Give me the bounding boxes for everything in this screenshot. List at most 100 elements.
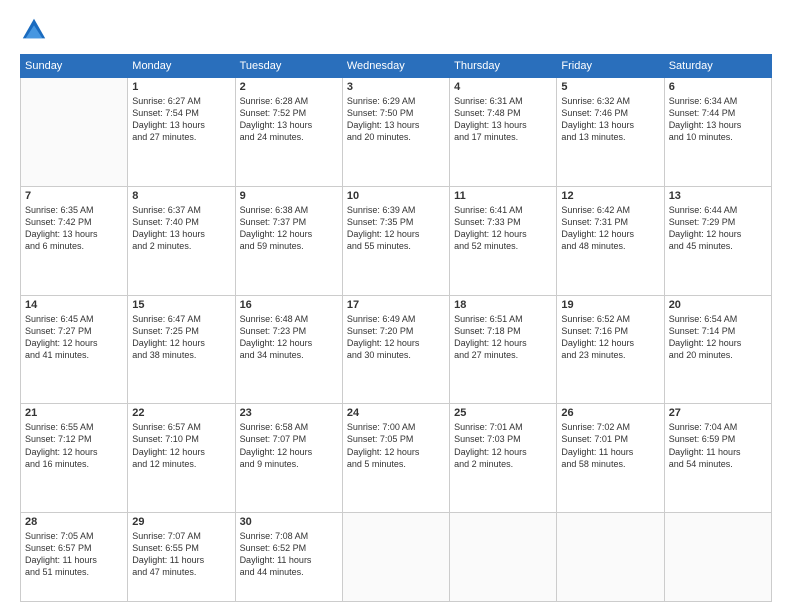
calendar-cell: 23 Sunrise: 6:58 AM Sunset: 7:07 PM Dayli…	[235, 404, 342, 513]
logo	[20, 16, 52, 44]
calendar-cell: 22 Sunrise: 6:57 AM Sunset: 7:10 PM Dayli…	[128, 404, 235, 513]
day-info: Sunrise: 6:45 AM Sunset: 7:27 PM Dayligh…	[25, 313, 123, 362]
calendar-cell	[342, 513, 449, 602]
calendar-cell: 15 Sunrise: 6:47 AM Sunset: 7:25 PM Dayli…	[128, 295, 235, 404]
day-number: 6	[669, 81, 767, 93]
day-info: Sunrise: 6:34 AM Sunset: 7:44 PM Dayligh…	[669, 95, 767, 144]
day-number: 29	[132, 516, 230, 528]
calendar-cell: 12 Sunrise: 6:42 AM Sunset: 7:31 PM Dayli…	[557, 186, 664, 295]
day-number: 13	[669, 190, 767, 202]
day-info: Sunrise: 6:44 AM Sunset: 7:29 PM Dayligh…	[669, 204, 767, 253]
day-info: Sunrise: 7:07 AM Sunset: 6:55 PM Dayligh…	[132, 530, 230, 579]
day-number: 23	[240, 407, 338, 419]
calendar-cell	[450, 513, 557, 602]
day-number: 24	[347, 407, 445, 419]
day-number: 10	[347, 190, 445, 202]
day-info: Sunrise: 6:37 AM Sunset: 7:40 PM Dayligh…	[132, 204, 230, 253]
weekday-header-monday: Monday	[128, 55, 235, 78]
calendar-cell: 25 Sunrise: 7:01 AM Sunset: 7:03 PM Dayli…	[450, 404, 557, 513]
day-number: 8	[132, 190, 230, 202]
logo-icon	[20, 16, 48, 44]
day-info: Sunrise: 6:29 AM Sunset: 7:50 PM Dayligh…	[347, 95, 445, 144]
calendar-cell	[664, 513, 771, 602]
calendar-cell: 4 Sunrise: 6:31 AM Sunset: 7:48 PM Daylig…	[450, 78, 557, 187]
day-number: 7	[25, 190, 123, 202]
day-number: 14	[25, 299, 123, 311]
day-number: 1	[132, 81, 230, 93]
day-info: Sunrise: 6:39 AM Sunset: 7:35 PM Dayligh…	[347, 204, 445, 253]
calendar-cell: 6 Sunrise: 6:34 AM Sunset: 7:44 PM Daylig…	[664, 78, 771, 187]
calendar-cell: 14 Sunrise: 6:45 AM Sunset: 7:27 PM Dayli…	[21, 295, 128, 404]
weekday-header-saturday: Saturday	[664, 55, 771, 78]
day-number: 19	[561, 299, 659, 311]
day-info: Sunrise: 7:05 AM Sunset: 6:57 PM Dayligh…	[25, 530, 123, 579]
calendar-cell	[21, 78, 128, 187]
day-number: 28	[25, 516, 123, 528]
day-info: Sunrise: 7:01 AM Sunset: 7:03 PM Dayligh…	[454, 421, 552, 470]
calendar-cell: 29 Sunrise: 7:07 AM Sunset: 6:55 PM Dayli…	[128, 513, 235, 602]
calendar-cell: 27 Sunrise: 7:04 AM Sunset: 6:59 PM Dayli…	[664, 404, 771, 513]
calendar-cell: 28 Sunrise: 7:05 AM Sunset: 6:57 PM Dayli…	[21, 513, 128, 602]
day-number: 9	[240, 190, 338, 202]
day-number: 26	[561, 407, 659, 419]
calendar-cell: 19 Sunrise: 6:52 AM Sunset: 7:16 PM Dayli…	[557, 295, 664, 404]
day-number: 18	[454, 299, 552, 311]
day-info: Sunrise: 6:28 AM Sunset: 7:52 PM Dayligh…	[240, 95, 338, 144]
day-info: Sunrise: 6:32 AM Sunset: 7:46 PM Dayligh…	[561, 95, 659, 144]
day-info: Sunrise: 7:08 AM Sunset: 6:52 PM Dayligh…	[240, 530, 338, 579]
day-number: 17	[347, 299, 445, 311]
calendar-cell: 1 Sunrise: 6:27 AM Sunset: 7:54 PM Daylig…	[128, 78, 235, 187]
calendar-cell: 17 Sunrise: 6:49 AM Sunset: 7:20 PM Dayli…	[342, 295, 449, 404]
weekday-header-sunday: Sunday	[21, 55, 128, 78]
day-number: 2	[240, 81, 338, 93]
day-number: 22	[132, 407, 230, 419]
calendar-cell: 16 Sunrise: 6:48 AM Sunset: 7:23 PM Dayli…	[235, 295, 342, 404]
day-number: 4	[454, 81, 552, 93]
weekday-header-tuesday: Tuesday	[235, 55, 342, 78]
day-number: 27	[669, 407, 767, 419]
calendar-cell: 21Sunrise: 6:55 AM Sunset: 7:12 PM Dayli…	[21, 404, 128, 513]
day-info: Sunrise: 6:42 AM Sunset: 7:31 PM Dayligh…	[561, 204, 659, 253]
day-info: Sunrise: 6:41 AM Sunset: 7:33 PM Dayligh…	[454, 204, 552, 253]
calendar-cell	[557, 513, 664, 602]
day-number: 25	[454, 407, 552, 419]
day-number: 15	[132, 299, 230, 311]
day-info: Sunrise: 6:57 AM Sunset: 7:10 PM Dayligh…	[132, 421, 230, 470]
calendar-cell: 26 Sunrise: 7:02 AM Sunset: 7:01 PM Dayli…	[557, 404, 664, 513]
day-info: Sunrise: 6:27 AM Sunset: 7:54 PM Dayligh…	[132, 95, 230, 144]
weekday-header-friday: Friday	[557, 55, 664, 78]
day-number: 16	[240, 299, 338, 311]
calendar-cell: 3 Sunrise: 6:29 AM Sunset: 7:50 PM Daylig…	[342, 78, 449, 187]
calendar-cell: 5Sunrise: 6:32 AM Sunset: 7:46 PM Daylig…	[557, 78, 664, 187]
day-info: Sunrise: 6:35 AM Sunset: 7:42 PM Dayligh…	[25, 204, 123, 253]
weekday-header-thursday: Thursday	[450, 55, 557, 78]
day-number: 12	[561, 190, 659, 202]
day-number: 11	[454, 190, 552, 202]
day-number: 3	[347, 81, 445, 93]
day-info: Sunrise: 6:52 AM Sunset: 7:16 PM Dayligh…	[561, 313, 659, 362]
day-info: Sunrise: 6:47 AM Sunset: 7:25 PM Dayligh…	[132, 313, 230, 362]
day-info: Sunrise: 7:00 AM Sunset: 7:05 PM Dayligh…	[347, 421, 445, 470]
weekday-header-wednesday: Wednesday	[342, 55, 449, 78]
calendar-cell: 11 Sunrise: 6:41 AM Sunset: 7:33 PM Dayli…	[450, 186, 557, 295]
day-info: Sunrise: 7:02 AM Sunset: 7:01 PM Dayligh…	[561, 421, 659, 470]
calendar-cell: 13 Sunrise: 6:44 AM Sunset: 7:29 PM Dayli…	[664, 186, 771, 295]
calendar-cell: 9 Sunrise: 6:38 AM Sunset: 7:37 PM Daylig…	[235, 186, 342, 295]
day-number: 30	[240, 516, 338, 528]
calendar-cell: 18Sunrise: 6:51 AM Sunset: 7:18 PM Dayli…	[450, 295, 557, 404]
day-info: Sunrise: 6:54 AM Sunset: 7:14 PM Dayligh…	[669, 313, 767, 362]
day-info: Sunrise: 6:48 AM Sunset: 7:23 PM Dayligh…	[240, 313, 338, 362]
calendar-table: SundayMondayTuesdayWednesdayThursdayFrid…	[20, 54, 772, 602]
calendar-cell: 30 Sunrise: 7:08 AM Sunset: 6:52 PM Dayli…	[235, 513, 342, 602]
day-info: Sunrise: 6:31 AM Sunset: 7:48 PM Dayligh…	[454, 95, 552, 144]
day-info: Sunrise: 7:04 AM Sunset: 6:59 PM Dayligh…	[669, 421, 767, 470]
calendar-cell: 7 Sunrise: 6:35 AM Sunset: 7:42 PM Daylig…	[21, 186, 128, 295]
day-number: 21	[25, 407, 123, 419]
day-info: Sunrise: 6:49 AM Sunset: 7:20 PM Dayligh…	[347, 313, 445, 362]
calendar-cell: 10 Sunrise: 6:39 AM Sunset: 7:35 PM Dayli…	[342, 186, 449, 295]
day-info: Sunrise: 6:58 AM Sunset: 7:07 PM Dayligh…	[240, 421, 338, 470]
calendar-cell: 2 Sunrise: 6:28 AM Sunset: 7:52 PM Daylig…	[235, 78, 342, 187]
day-info: Sunrise: 6:38 AM Sunset: 7:37 PM Dayligh…	[240, 204, 338, 253]
calendar-cell: 24 Sunrise: 7:00 AM Sunset: 7:05 PM Dayli…	[342, 404, 449, 513]
day-number: 20	[669, 299, 767, 311]
